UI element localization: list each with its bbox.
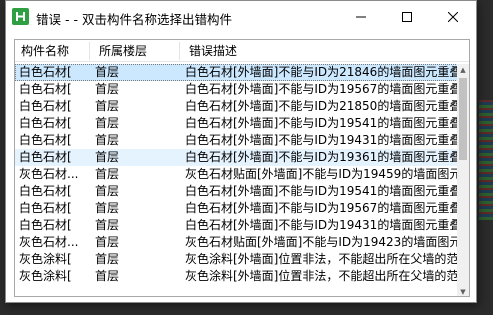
row-floor: 首层 xyxy=(95,99,120,113)
table-row[interactable]: 灰色石材... 首层 灰色石材贴面[外墙面]不能与ID为19423的墙面图元... xyxy=(15,234,458,251)
table-row[interactable]: 白色石材[ 首层 白色石材[外墙面]不能与ID为19431的墙面图元重叠... xyxy=(15,217,458,234)
row-component-name: 灰色石材... xyxy=(19,235,79,249)
close-button[interactable] xyxy=(430,1,476,32)
table-row[interactable]: 灰色石材... 首层 灰色石材贴面[外墙面]不能与ID为19459的墙面图元... xyxy=(15,166,458,183)
row-floor: 首层 xyxy=(95,235,120,249)
row-component-name: 白色石材[ xyxy=(19,184,72,198)
scroll-up-arrow-icon[interactable]: ▲ xyxy=(457,64,469,76)
row-floor: 首层 xyxy=(95,133,120,147)
column-divider[interactable] xyxy=(89,42,90,60)
close-icon xyxy=(448,11,458,22)
error-dialog: 错误 - - 双击构件名称选择出错构件 构件名称 所属楼层 错误描述 白色石材[… xyxy=(5,0,477,303)
error-list[interactable]: 构件名称 所属楼层 错误描述 白色石材[首层 白色石材[外墙面]不能与ID为218… xyxy=(14,39,470,297)
row-floor: 首层 xyxy=(95,184,120,198)
scrollbar-thumb[interactable] xyxy=(459,78,467,160)
row-error-description: 白色石材[外墙面]不能与ID为19431的墙面图元重叠... xyxy=(185,133,457,147)
table-row[interactable]: 白色石材[ 首层 白色石材[外墙面]不能与ID为19567的墙面图元重叠... xyxy=(15,81,458,98)
row-component-name: 灰色涂料[ xyxy=(19,269,72,283)
minimize-button[interactable] xyxy=(338,1,384,32)
row-error-description: 灰色涂料[外墙面]位置非法，不能超出所在父墙的范... xyxy=(185,252,457,266)
row-component-name: 白色石材[ xyxy=(19,201,72,215)
title-bar[interactable]: 错误 - - 双击构件名称选择出错构件 xyxy=(6,1,476,32)
row-error-description: 白色石材[外墙面]不能与ID为19361的墙面图元重叠... xyxy=(185,150,457,164)
table-row[interactable]: 白色石材[ 首层 白色石材[外墙面]不能与ID为19567的墙面图元重叠... xyxy=(15,200,458,217)
app-logo-icon xyxy=(12,8,29,25)
row-error-description: 白色石材[外墙面]不能与ID为19567的墙面图元重叠... xyxy=(185,201,457,215)
row-error-description: 白色石材[外墙面]不能与ID为19541的墙面图元重叠... xyxy=(185,184,457,198)
row-floor: 首层 xyxy=(95,269,120,283)
row-component-name: 白色石材[ xyxy=(19,133,72,147)
row-floor: 首层 xyxy=(95,116,120,130)
table-row[interactable]: 白色石材[ 首层 白色石材[外墙面]不能与ID为19431的墙面图元重叠... xyxy=(15,132,458,149)
row-component-name: 白色石材[ xyxy=(19,99,72,113)
column-header-floor[interactable]: 所属楼层 xyxy=(93,40,147,62)
row-error-description: 白色石材[外墙面]不能与ID为21850的墙面图元重叠... xyxy=(185,99,457,113)
vertical-scrollbar[interactable]: ▲ ▼ xyxy=(457,64,469,296)
row-floor: 首层 xyxy=(95,252,120,266)
background-app-strip xyxy=(479,100,493,220)
row-floor: 首层 xyxy=(95,150,120,164)
table-row[interactable]: 白色石材[ 首层 白色石材[外墙面]不能与ID为21850的墙面图元重叠... xyxy=(15,98,458,115)
row-error-description: 灰色涂料[外墙面]位置非法，不能超出所在父墙的范... xyxy=(185,269,457,283)
scroll-down-arrow-icon[interactable]: ▼ xyxy=(457,286,469,296)
row-error-description: 灰色石材贴面[外墙面]不能与ID为19423的墙面图元... xyxy=(185,235,457,249)
row-floor: 首层 xyxy=(95,201,120,215)
minimize-icon xyxy=(356,16,366,17)
row-component-name: 白色石材[ xyxy=(19,150,72,164)
row-floor: 首层 xyxy=(95,65,120,79)
row-error-description: 灰色石材贴面[外墙面]不能与ID为19459的墙面图元... xyxy=(185,167,457,181)
row-component-name: 灰色涂料[ xyxy=(19,252,72,266)
list-rows: 白色石材[首层 白色石材[外墙面]不能与ID为21846的墙面图元重叠... 白色石… xyxy=(15,64,458,296)
row-component-name: 白色石材[ xyxy=(19,82,72,96)
maximize-icon xyxy=(402,11,412,22)
column-header-name[interactable]: 构件名称 xyxy=(15,40,69,62)
table-row[interactable]: 白色石材[ 首层 白色石材[外墙面]不能与ID为21846的墙面图元重叠... xyxy=(15,64,458,81)
table-row[interactable]: 白色石材[ 首层 白色石材[外墙面]不能与ID为19541的墙面图元重叠... xyxy=(15,115,458,132)
row-error-description: 白色石材[外墙面]不能与ID为19431的墙面图元重叠... xyxy=(185,218,457,232)
table-row[interactable]: 白色石材[ 首层 白色石材[外墙面]不能与ID为19541的墙面图元重叠... xyxy=(15,183,458,200)
row-component-name: 白色石材[ xyxy=(19,116,72,130)
table-row[interactable]: 白色石材[ 首层 白色石材[外墙面]不能与ID为19361的墙面图元重叠... xyxy=(15,149,458,166)
table-row[interactable]: 灰色涂料[ 首层 灰色涂料[外墙面]位置非法，不能超出所在父墙的范... xyxy=(15,268,458,285)
row-component-name: 灰色石材... xyxy=(19,167,79,181)
row-error-description: 白色石材[外墙面]不能与ID为19567的墙面图元重叠... xyxy=(185,82,457,96)
column-divider[interactable] xyxy=(179,42,180,60)
window-title: 错误 - - 双击构件名称选择出错构件 xyxy=(36,12,232,27)
column-header-description[interactable]: 错误描述 xyxy=(183,40,237,62)
row-error-description: 白色石材[外墙面]不能与ID为21846的墙面图元重叠... xyxy=(185,65,457,79)
maximize-button[interactable] xyxy=(384,1,430,32)
row-floor: 首层 xyxy=(95,218,120,232)
row-floor: 首层 xyxy=(95,82,120,96)
row-component-name: 白色石材[ xyxy=(19,218,72,232)
list-header: 构件名称 所属楼层 错误描述 xyxy=(15,40,469,62)
row-error-description: 白色石材[外墙面]不能与ID为19541的墙面图元重叠... xyxy=(185,116,457,130)
table-row[interactable]: 灰色涂料[ 首层 灰色涂料[外墙面]位置非法，不能超出所在父墙的范... xyxy=(15,251,458,268)
row-component-name: 白色石材[ xyxy=(19,65,72,79)
row-floor: 首层 xyxy=(95,167,120,181)
